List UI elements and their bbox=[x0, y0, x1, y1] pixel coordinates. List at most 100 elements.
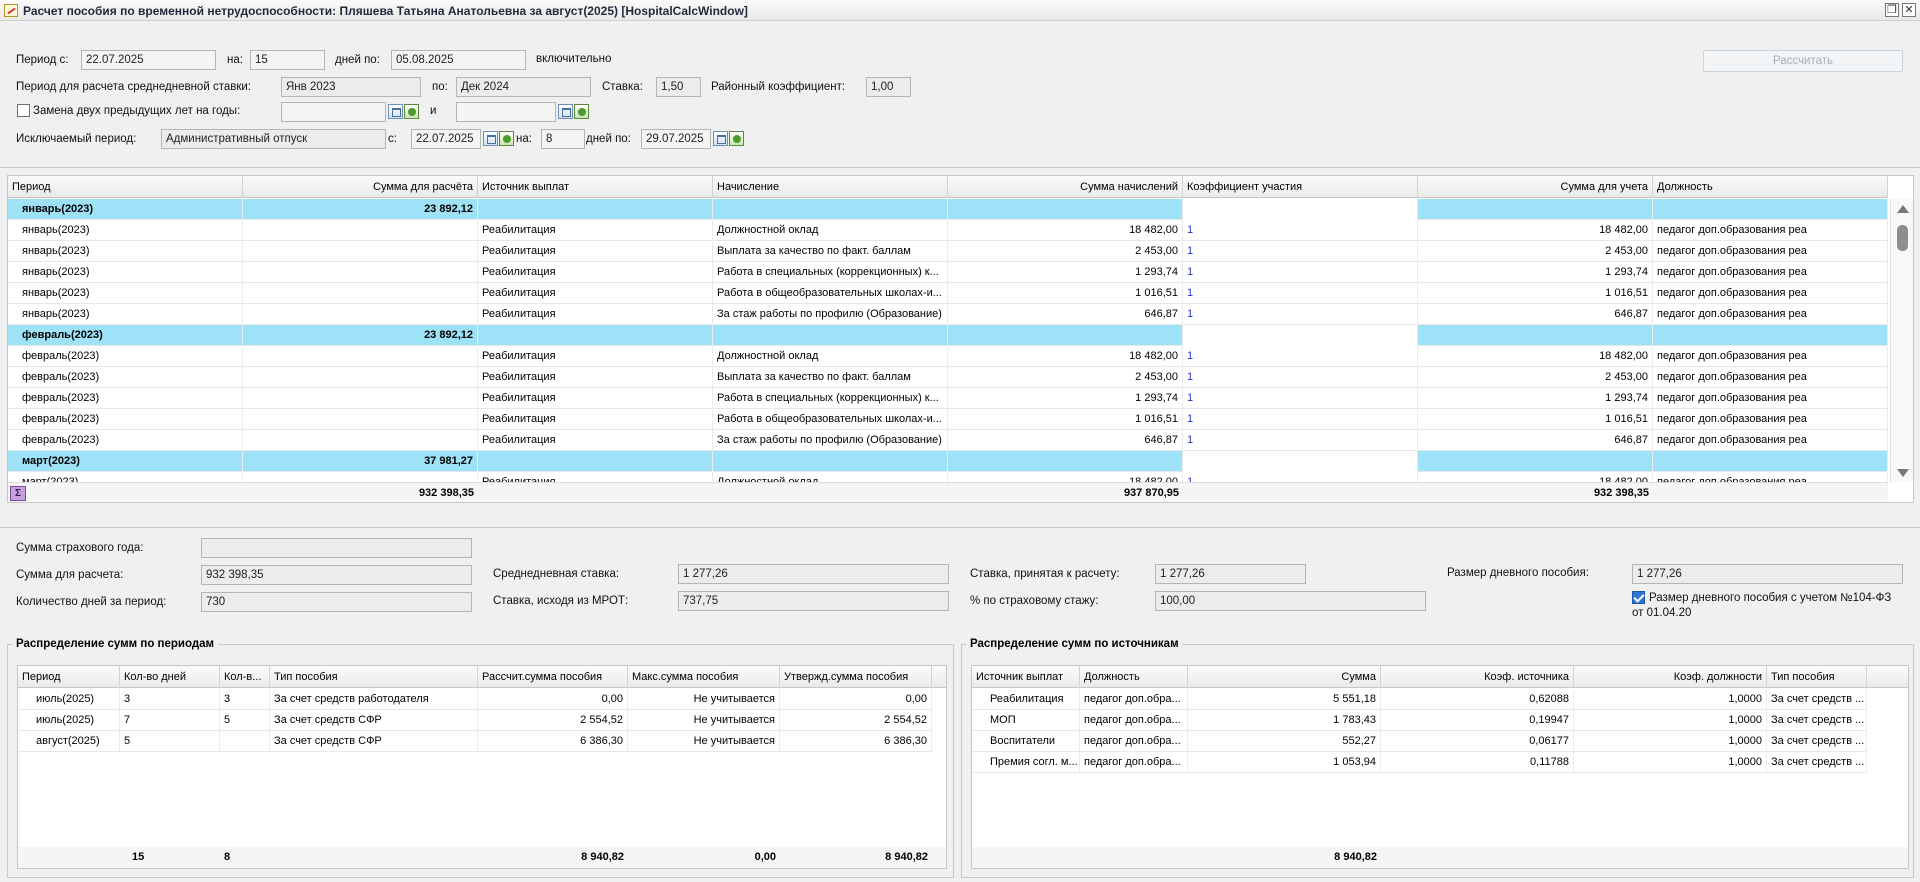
select-icon[interactable] bbox=[574, 104, 589, 119]
table-row[interactable]: июль(2025) 7 5 За счет средств СФР 2 554,52 Н… bbox=[18, 710, 932, 731]
col-header-accrual[interactable]: Начисление bbox=[713, 176, 948, 198]
table-row[interactable]: февраль(2023) Реабилитация За стаж работы … bbox=[8, 430, 1888, 451]
excl-from-label: с: bbox=[388, 133, 397, 145]
select-icon[interactable] bbox=[499, 131, 514, 146]
daily-benefit-label: Размер дневного пособия: bbox=[1447, 567, 1589, 579]
scroll-thumb[interactable] bbox=[1897, 225, 1908, 251]
col-header-count[interactable]: Кол-в... bbox=[220, 666, 270, 688]
scroll-up-icon[interactable] bbox=[1897, 205, 1909, 213]
calendar-icon[interactable] bbox=[388, 104, 403, 119]
calendar-icon[interactable] bbox=[483, 131, 498, 146]
table-row[interactable]: февраль(2023) Реабилитация Выплата за каче… bbox=[8, 367, 1888, 388]
calc-sum-field[interactable]: 932 398,35 bbox=[201, 565, 472, 585]
periods-grid-footer: 15 8 8 940,82 0,00 8 940,82 bbox=[18, 847, 946, 868]
calculate-button[interactable]: Рассчитать bbox=[1703, 50, 1903, 72]
calendar-icon[interactable] bbox=[558, 104, 573, 119]
ins-year-field[interactable] bbox=[201, 538, 472, 558]
experience-percent-field[interactable]: 100,00 bbox=[1155, 591, 1426, 611]
table-row[interactable]: январь(2023) Реабилитация Работа в специал… bbox=[8, 262, 1888, 283]
excluded-type-field[interactable]: Административный отпуск bbox=[161, 129, 386, 149]
col-header-position[interactable]: Должность bbox=[1080, 666, 1188, 688]
avg-to-label: по: bbox=[432, 81, 448, 93]
excl-days-field[interactable]: 8 bbox=[541, 129, 585, 149]
cell-approved-sum: 2 554,52 bbox=[780, 710, 932, 731]
col-header-period[interactable]: Период bbox=[8, 176, 243, 198]
rate-field[interactable]: 1,50 bbox=[656, 77, 701, 97]
excluded-period-label: Исключаемый период: bbox=[16, 133, 137, 145]
group-row[interactable]: февраль(2023) 23 892,12 bbox=[8, 325, 1888, 346]
avg-to-field[interactable]: Дек 2024 bbox=[456, 77, 591, 97]
col-header-sum[interactable]: Сумма bbox=[1188, 666, 1381, 688]
regional-coef-field[interactable]: 1,00 bbox=[866, 77, 911, 97]
cell-benefit-type: За счет средств ... bbox=[1767, 752, 1867, 773]
col-header-max-sum[interactable]: Макс.сумма пособия bbox=[628, 666, 780, 688]
table-row[interactable]: февраль(2023) Реабилитация Должностной окл… bbox=[8, 346, 1888, 367]
table-row[interactable]: февраль(2023) Реабилитация Работа в общеоб… bbox=[8, 409, 1888, 430]
days-count-summary-field[interactable]: 730 bbox=[201, 592, 472, 612]
col-header-period[interactable]: Период bbox=[18, 666, 120, 688]
table-row[interactable]: январь(2023) Реабилитация Выплата за качес… bbox=[8, 241, 1888, 262]
select-icon[interactable] bbox=[404, 104, 419, 119]
col-header-source[interactable]: Источник выплат bbox=[478, 176, 713, 198]
col-header-sum-account[interactable]: Сумма для учета bbox=[1418, 176, 1653, 198]
col-header-days[interactable]: Кол-во дней bbox=[120, 666, 220, 688]
replace-year1-field[interactable] bbox=[281, 102, 386, 122]
avg-from-field[interactable]: Янв 2023 bbox=[281, 77, 421, 97]
mrot-rate-field[interactable]: 737,75 bbox=[678, 591, 949, 611]
table-row[interactable]: июль(2025) 3 3 За счет средств работодателя… bbox=[18, 689, 932, 710]
cell-period: январь(2023) bbox=[8, 262, 243, 283]
period-from-field[interactable]: 22.07.2025 bbox=[81, 50, 216, 70]
accruals-grid[interactable]: Период Сумма для расчёта Источник выплат… bbox=[7, 175, 1914, 503]
cell-max-sum: Не учитывается bbox=[628, 689, 780, 710]
accepted-rate-field[interactable]: 1 277,26 bbox=[1155, 564, 1306, 584]
period-to-field[interactable]: 05.08.2025 bbox=[391, 50, 526, 70]
law-104fz-checkbox[interactable] bbox=[1632, 591, 1645, 604]
col-header-sum-accrued[interactable]: Сумма начислений bbox=[948, 176, 1183, 198]
cell-period: июль(2025) bbox=[18, 689, 120, 710]
replace-year2-field[interactable] bbox=[456, 102, 556, 122]
scroll-down-icon[interactable] bbox=[1897, 469, 1909, 477]
group-row[interactable]: март(2023) 37 981,27 bbox=[8, 451, 1888, 472]
cell-accrual bbox=[713, 451, 948, 472]
daily-benefit-field[interactable]: 1 277,26 bbox=[1632, 564, 1903, 584]
table-row[interactable]: Воспитатели педагог доп.обра... 552,27 0,06… bbox=[972, 731, 1867, 752]
col-header-calc-sum[interactable]: Рассчит.сумма пособия bbox=[478, 666, 628, 688]
table-row[interactable]: январь(2023) Реабилитация Работа в общеобр… bbox=[8, 283, 1888, 304]
table-row[interactable]: январь(2023) Реабилитация Должностной окла… bbox=[8, 220, 1888, 241]
divider bbox=[0, 167, 1920, 168]
table-row[interactable]: февраль(2023) Реабилитация Работа в специа… bbox=[8, 388, 1888, 409]
excl-to-field[interactable]: 29.07.2025 bbox=[641, 129, 711, 149]
col-header-benefit-type[interactable]: Тип пособия bbox=[1767, 666, 1867, 688]
vertical-scrollbar[interactable] bbox=[1890, 199, 1913, 482]
calc-sum-label: Сумма для расчета: bbox=[16, 569, 124, 581]
calendar-icon[interactable] bbox=[713, 131, 728, 146]
col-header-source-coef[interactable]: Коэф. источника bbox=[1381, 666, 1574, 688]
cell-position-coef: 1,0000 bbox=[1574, 710, 1767, 731]
excl-from-field[interactable]: 22.07.2025 bbox=[411, 129, 481, 149]
replace-years-checkbox[interactable] bbox=[17, 104, 30, 117]
col-header-sum-calc[interactable]: Сумма для расчёта bbox=[243, 176, 478, 198]
restore-icon[interactable]: ❐ bbox=[1885, 3, 1899, 17]
close-icon[interactable]: ✕ bbox=[1902, 3, 1916, 17]
col-header-source[interactable]: Источник выплат bbox=[972, 666, 1080, 688]
table-row[interactable]: Реабилитация педагог доп.обра... 5 551,18 0… bbox=[972, 689, 1867, 710]
col-header-approved-sum[interactable]: Утвержд.сумма пособия bbox=[780, 666, 932, 688]
sum-icon[interactable]: Σ bbox=[10, 486, 26, 501]
col-header-position[interactable]: Должность bbox=[1653, 176, 1888, 198]
group-row[interactable]: январь(2023) 23 892,12 bbox=[8, 199, 1888, 220]
days-count-field[interactable]: 15 bbox=[250, 50, 325, 70]
table-row[interactable]: январь(2023) Реабилитация За стаж работы п… bbox=[8, 304, 1888, 325]
col-header-position-coef[interactable]: Коэф. должности bbox=[1574, 666, 1767, 688]
col-header-participation-coef[interactable]: Коэффициент участия bbox=[1183, 176, 1418, 198]
sources-grid[interactable]: Источник выплат Должность Сумма Коэф. ис… bbox=[971, 665, 1909, 869]
avg-rate-field[interactable]: 1 277,26 bbox=[678, 564, 949, 584]
law-104fz-label-line1: Размер дневного пособия с учетом №104-ФЗ bbox=[1649, 592, 1892, 604]
periods-grid[interactable]: Период Кол-во дней Кол-в... Тип пособия … bbox=[17, 665, 947, 869]
table-row[interactable]: МОП педагог доп.обра... 1 783,43 0,19947 1,0… bbox=[972, 710, 1867, 731]
cell-sum-calc: 23 892,12 bbox=[243, 199, 478, 220]
table-row[interactable]: Премия согл. м... педагог доп.обра... 1 05… bbox=[972, 752, 1867, 773]
table-row[interactable]: август(2025) 5 За счет средств СФР 6 386,30… bbox=[18, 731, 932, 752]
select-icon[interactable] bbox=[729, 131, 744, 146]
cell-period: февраль(2023) bbox=[8, 367, 243, 388]
col-header-benefit-type[interactable]: Тип пособия bbox=[270, 666, 478, 688]
